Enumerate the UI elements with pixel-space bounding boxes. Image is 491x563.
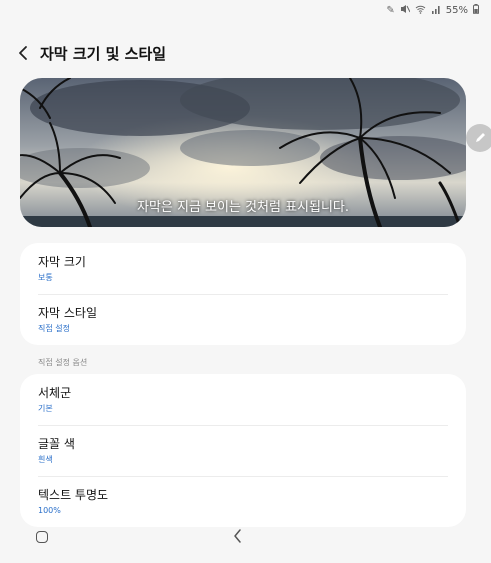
caption-preview: 자막은 지금 보이는 것처럼 표시됩니다. bbox=[20, 78, 466, 227]
caption-style-item[interactable]: 자막 스타일 직접 설정 bbox=[20, 294, 466, 345]
font-color-item[interactable]: 글꼴 색 흰색 bbox=[20, 425, 466, 476]
caption-style-title: 자막 스타일 bbox=[38, 305, 98, 320]
caption-size-title: 자막 크기 bbox=[38, 254, 86, 269]
chevron-left-icon bbox=[19, 46, 27, 60]
font-color-title: 글꼴 색 bbox=[38, 436, 75, 451]
back-icon bbox=[234, 529, 241, 543]
nav-back-button[interactable] bbox=[232, 527, 244, 549]
wifi-icon bbox=[415, 4, 426, 17]
font-family-value: 기본 bbox=[38, 403, 53, 413]
text-opacity-item[interactable]: 텍스트 투명도 100% bbox=[20, 476, 466, 527]
signal-icon bbox=[431, 4, 441, 17]
preview-caption: 자막은 지금 보이는 것처럼 표시됩니다. bbox=[136, 200, 350, 215]
status-bar: ✎ 55% bbox=[0, 0, 491, 20]
text-opacity-title: 텍스트 투명도 bbox=[38, 487, 109, 502]
custom-options-label: 직접 설정 옵션 bbox=[38, 358, 88, 367]
font-family-item[interactable]: 서체군 기본 bbox=[20, 374, 466, 425]
caption-style-value: 직접 설정 bbox=[38, 323, 70, 333]
font-family-title: 서체군 bbox=[38, 385, 72, 400]
battery-text: 55% bbox=[445, 4, 468, 16]
edit-preview-button[interactable] bbox=[466, 124, 491, 152]
caption-size-item[interactable]: 자막 크기 보통 bbox=[20, 243, 466, 294]
custom-options-card: 서체군 기본 글꼴 색 흰색 텍스트 투명도 100% bbox=[20, 374, 466, 527]
home-icon[interactable] bbox=[36, 531, 48, 543]
navigation-bar bbox=[0, 527, 491, 563]
caption-size-style-card: 자막 크기 보통 자막 스타일 직접 설정 bbox=[20, 243, 466, 345]
text-opacity-value: 100% bbox=[38, 505, 61, 515]
header: 자막 크기 및 스타일 bbox=[0, 36, 491, 70]
font-color-value: 흰색 bbox=[38, 454, 53, 464]
back-button[interactable] bbox=[6, 36, 40, 70]
battery-icon bbox=[473, 3, 479, 17]
pencil-icon bbox=[476, 133, 485, 142]
mute-icon bbox=[400, 4, 411, 17]
edit-icon: ✎ bbox=[386, 4, 395, 16]
caption-size-value: 보통 bbox=[38, 272, 53, 282]
page-title: 자막 크기 및 스타일 bbox=[40, 44, 167, 63]
